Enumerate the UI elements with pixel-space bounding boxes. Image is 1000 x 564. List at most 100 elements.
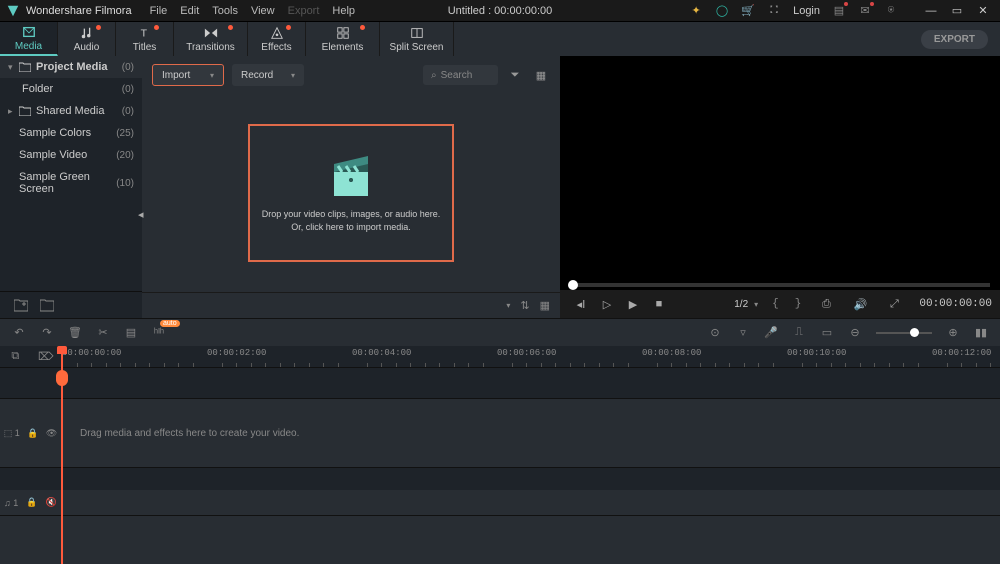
export-button[interactable]: EXPORT <box>921 30 988 49</box>
tab-split-screen[interactable]: Split Screen <box>380 22 454 56</box>
magnet-icon[interactable]: ⌦ <box>39 350 53 364</box>
tab-audio[interactable]: Audio <box>58 22 116 56</box>
account-icon[interactable]: ⍟ <box>884 4 898 18</box>
marker-icon[interactable]: ▿ <box>736 326 750 340</box>
ripple-icon[interactable]: ⧉ <box>8 350 22 364</box>
track-spacer <box>0 368 1000 398</box>
sidebar-item-sample-green-screen[interactable]: Sample Green Screen (10) <box>0 166 142 200</box>
chevron-right-icon[interactable]: ▸ <box>8 106 16 117</box>
sidebar-label: Shared Media <box>36 105 122 117</box>
media-toolbar: Import▾ Record▾ ⌕ Search ⏷ ▦ <box>142 56 560 94</box>
scrubber-handle[interactable] <box>568 280 578 290</box>
track-body[interactable] <box>62 490 1000 515</box>
stop-button[interactable]: ■ <box>646 291 672 317</box>
tab-effects[interactable]: Effects <box>248 22 306 56</box>
redo-button[interactable]: ↷ <box>40 326 54 340</box>
menu-view[interactable]: View <box>251 5 275 17</box>
zoom-slider[interactable] <box>876 332 932 334</box>
media-icon <box>22 25 36 39</box>
undo-button[interactable]: ↶ <box>12 326 26 340</box>
chevron-down-icon[interactable]: ▾ <box>8 62 16 73</box>
mark-in-icon[interactable]: { <box>772 298 779 310</box>
sidebar-item-sample-colors[interactable]: Sample Colors (25) <box>0 122 142 144</box>
import-dropdown[interactable]: Import▾ <box>152 64 224 86</box>
transitions-icon <box>204 26 218 40</box>
mic-icon[interactable]: 🎤 <box>764 326 778 340</box>
sidebar-count: (25) <box>116 128 134 139</box>
preview-viewport[interactable] <box>560 56 1000 280</box>
sidebar-item-sample-video[interactable]: Sample Video (20) <box>0 144 142 166</box>
tab-transitions[interactable]: Transitions <box>174 22 248 56</box>
close-button[interactable]: ✕ <box>970 0 996 22</box>
delete-button[interactable]: 🗑 <box>68 326 82 340</box>
media-panel-footer: ▾ ⇅ ▦ <box>142 292 560 318</box>
sort-icon[interactable]: ⇅ <box>520 299 529 312</box>
tab-media-label: Media <box>15 41 42 52</box>
zoom-out-button[interactable]: ⊖ <box>848 326 862 340</box>
video-track-1[interactable]: ⬚ 1 🔒 👁 Drag media and effects here to c… <box>0 398 1000 468</box>
mark-out-icon[interactable]: } <box>795 298 802 310</box>
media-dropzone[interactable]: Drop your video clips, images, or audio … <box>142 94 560 292</box>
headset-icon[interactable]: ◯ <box>715 4 729 18</box>
maximize-button[interactable]: ▭ <box>944 0 970 22</box>
sidebar-item-project-media[interactable]: ▾ Project Media (0) <box>0 56 142 78</box>
tab-elements[interactable]: Elements <box>306 22 380 56</box>
cart-icon[interactable]: 🛒 <box>741 4 755 18</box>
login-link[interactable]: Login <box>793 5 820 17</box>
audio-track-1[interactable]: ♫ 1 🔒 🔇 <box>0 490 1000 516</box>
open-folder-icon[interactable] <box>40 298 54 312</box>
add-folder-icon[interactable] <box>14 298 28 312</box>
preview-quality-dropdown[interactable]: 1/2▾ <box>734 299 758 310</box>
zoom-fit-button[interactable]: ▮▮ <box>974 326 988 340</box>
zoom-in-button[interactable]: ⊕ <box>946 326 960 340</box>
save-icon[interactable]: ▤ <box>832 4 846 18</box>
track-body[interactable]: Drag media and effects here to create yo… <box>62 399 1000 467</box>
mute-icon[interactable]: 🔇 <box>46 497 57 508</box>
tab-split-screen-label: Split Screen <box>390 42 444 53</box>
effects-icon <box>270 26 284 40</box>
menu-edit[interactable]: Edit <box>180 5 199 17</box>
gift-icon[interactable]: ⛚ <box>767 4 781 18</box>
play-button[interactable]: ▷ <box>594 291 620 317</box>
timeline-ruler[interactable]: 00:00:00:0000:00:02:0000:00:04:0000:00:0… <box>62 346 1000 367</box>
audio-icon <box>80 26 94 40</box>
search-input[interactable]: ⌕ Search <box>423 65 498 85</box>
sidebar-collapse-handle[interactable]: ◂ <box>138 208 144 221</box>
chevron-down-icon[interactable]: ▾ <box>506 301 510 310</box>
import-dropzone-box[interactable]: Drop your video clips, images, or audio … <box>248 124 454 262</box>
playhead[interactable] <box>61 346 63 564</box>
menu-help[interactable]: Help <box>332 5 355 17</box>
split-button[interactable]: ✂ <box>96 326 110 340</box>
filter-icon[interactable]: ⏷ <box>506 66 524 84</box>
expand-button[interactable]: ⤢ <box>881 291 907 317</box>
record-dropdown[interactable]: Record▾ <box>232 64 304 86</box>
crop-button[interactable]: ▤ <box>124 326 138 340</box>
volume-button[interactable]: 🔊 <box>847 291 873 317</box>
preview-toolbar: ◂Ⅰ ▷ ▶ ■ 1/2▾ { } ⎙ 🔊 ⤢ 00:00:00:00 <box>560 290 1000 318</box>
lock-icon[interactable]: 🔒 <box>27 428 38 439</box>
sidebar-item-shared-media[interactable]: ▸ Shared Media (0) <box>0 100 142 122</box>
render-button[interactable]: ʰᴵʰ <box>152 326 166 340</box>
step-forward-button[interactable]: ▶ <box>620 291 646 317</box>
zoom-slider-handle[interactable] <box>910 328 919 337</box>
record-vo-icon[interactable]: ⊙ <box>708 326 722 340</box>
grid-view-icon[interactable]: ▦ <box>532 66 550 84</box>
tab-titles[interactable]: T Titles <box>116 22 174 56</box>
lock-icon[interactable]: 🔒 <box>26 497 37 508</box>
visibility-icon[interactable]: 👁 <box>46 428 57 439</box>
thumbnail-view-icon[interactable]: ▦ <box>540 299 550 312</box>
preview-scrubber[interactable] <box>570 283 990 287</box>
snapshot-icon[interactable]: ▭ <box>820 326 834 340</box>
minimize-button[interactable]: — <box>918 0 944 22</box>
menu-file[interactable]: File <box>150 5 168 17</box>
playhead-handle[interactable] <box>56 370 68 386</box>
tab-media[interactable]: Media <box>0 22 58 56</box>
mixer-icon[interactable]: ⎍ <box>792 326 806 340</box>
snapshot-button[interactable]: ⎙ <box>813 291 839 317</box>
compass-icon[interactable]: ✦ <box>689 4 703 18</box>
sidebar-item-folder[interactable]: Folder (0) <box>0 78 142 100</box>
mail-icon[interactable]: ✉ <box>858 4 872 18</box>
step-back-button[interactable]: ◂Ⅰ <box>568 291 594 317</box>
menu-tools[interactable]: Tools <box>212 5 238 17</box>
titlebar: Wondershare Filmora File Edit Tools View… <box>0 0 1000 22</box>
